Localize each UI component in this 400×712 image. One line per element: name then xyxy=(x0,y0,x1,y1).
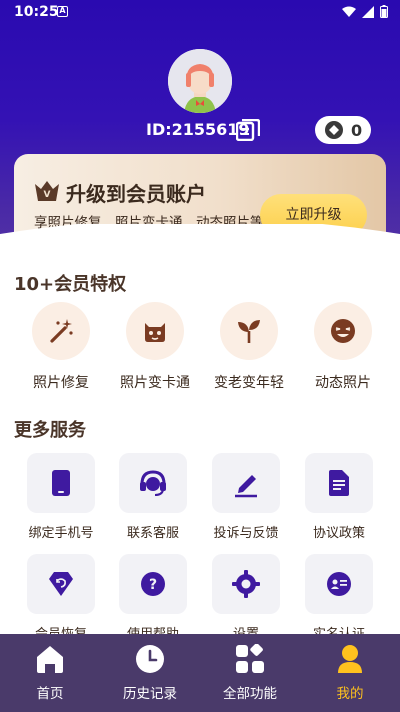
status-time: 10:25 xyxy=(14,4,59,20)
nav-label: 历史记录 xyxy=(123,686,177,702)
services-title: 更多服务 xyxy=(14,420,86,441)
privilege-photo-cartoon[interactable]: 照片变卡通 xyxy=(110,302,200,392)
person-icon xyxy=(338,645,362,673)
service-settings[interactable]: 设置 xyxy=(200,554,292,642)
service-label: 绑定手机号 xyxy=(28,526,94,541)
help-icon: ? xyxy=(141,572,165,596)
service-bind-phone[interactable]: 绑定手机号 xyxy=(15,453,107,541)
service-label: 联系客服 xyxy=(126,526,179,541)
cartoon-face-icon xyxy=(145,323,165,342)
crown-icon: V xyxy=(35,181,59,201)
id-card-icon xyxy=(327,572,351,596)
avatar[interactable] xyxy=(168,49,232,113)
service-help[interactable]: ? 使用帮助 xyxy=(107,554,199,642)
apps-icon xyxy=(236,643,264,673)
coin-balance[interactable]: 0 xyxy=(315,116,371,144)
service-real-name-auth[interactable]: 实名认证 xyxy=(293,554,385,642)
home-icon xyxy=(37,646,63,673)
privilege-label: 照片修复 xyxy=(33,375,89,391)
battery-icon xyxy=(380,5,388,18)
privilege-label: 动态照片 xyxy=(315,375,371,391)
service-contact-support[interactable]: 联系客服 xyxy=(107,453,199,541)
svg-text:?: ? xyxy=(149,577,157,593)
wifi-icon xyxy=(342,6,356,17)
signal-icon xyxy=(362,5,374,18)
phone-icon xyxy=(52,470,70,496)
privilege-live-photo[interactable]: 动态照片 xyxy=(298,302,388,392)
coin-count: 0 xyxy=(351,120,363,140)
status-bar: 10:25 A xyxy=(0,0,400,24)
service-policies[interactable]: 协议政策 xyxy=(293,453,385,541)
vip-title: 升级到会员账户 xyxy=(66,182,206,206)
svg-text:V: V xyxy=(44,190,51,200)
nav-mine[interactable]: 我的 xyxy=(300,634,400,712)
pencil-icon xyxy=(235,475,257,498)
coin-icon xyxy=(325,121,343,139)
service-feedback[interactable]: 投诉与反馈 xyxy=(200,453,292,541)
user-avatar-icon xyxy=(168,49,232,113)
wink-face-icon xyxy=(331,319,355,343)
nav-history[interactable]: 历史记录 xyxy=(100,634,200,712)
sprout-icon xyxy=(238,320,260,343)
privilege-photo-restore[interactable]: 照片修复 xyxy=(16,302,106,392)
nav-label: 首页 xyxy=(36,686,64,702)
headset-icon xyxy=(140,470,166,496)
copy-icon[interactable] xyxy=(236,119,260,141)
magic-wand-icon xyxy=(50,319,73,343)
notification-icon: A xyxy=(57,6,68,17)
service-label: 协议政策 xyxy=(312,526,365,541)
gear-icon xyxy=(232,570,260,598)
nav-home[interactable]: 首页 xyxy=(0,634,100,712)
nav-label: 我的 xyxy=(336,686,364,702)
bottom-navigation: 首页 历史记录 全部功能 我的 xyxy=(0,634,400,712)
service-label: 投诉与反馈 xyxy=(213,526,279,541)
nav-all-features[interactable]: 全部功能 xyxy=(200,634,300,712)
privilege-age-change[interactable]: 变老变年轻 xyxy=(204,302,294,392)
status-indicators xyxy=(342,5,388,18)
main-content: 10+会员特权 照片修复 照片变卡通 变老变年轻 动态照片 更多服务 绑定手机号… xyxy=(0,264,400,642)
clock-icon xyxy=(136,645,164,673)
privilege-label: 变老变年轻 xyxy=(214,375,284,391)
diamond-restore-icon xyxy=(49,572,73,596)
user-id: ID:2155619 xyxy=(146,120,250,139)
privileges-title: 10+会员特权 xyxy=(14,274,127,295)
document-icon xyxy=(329,470,349,496)
service-membership-restore[interactable]: 会员恢复 xyxy=(15,554,107,642)
nav-label: 全部功能 xyxy=(223,686,277,702)
privilege-label: 照片变卡通 xyxy=(120,375,190,391)
